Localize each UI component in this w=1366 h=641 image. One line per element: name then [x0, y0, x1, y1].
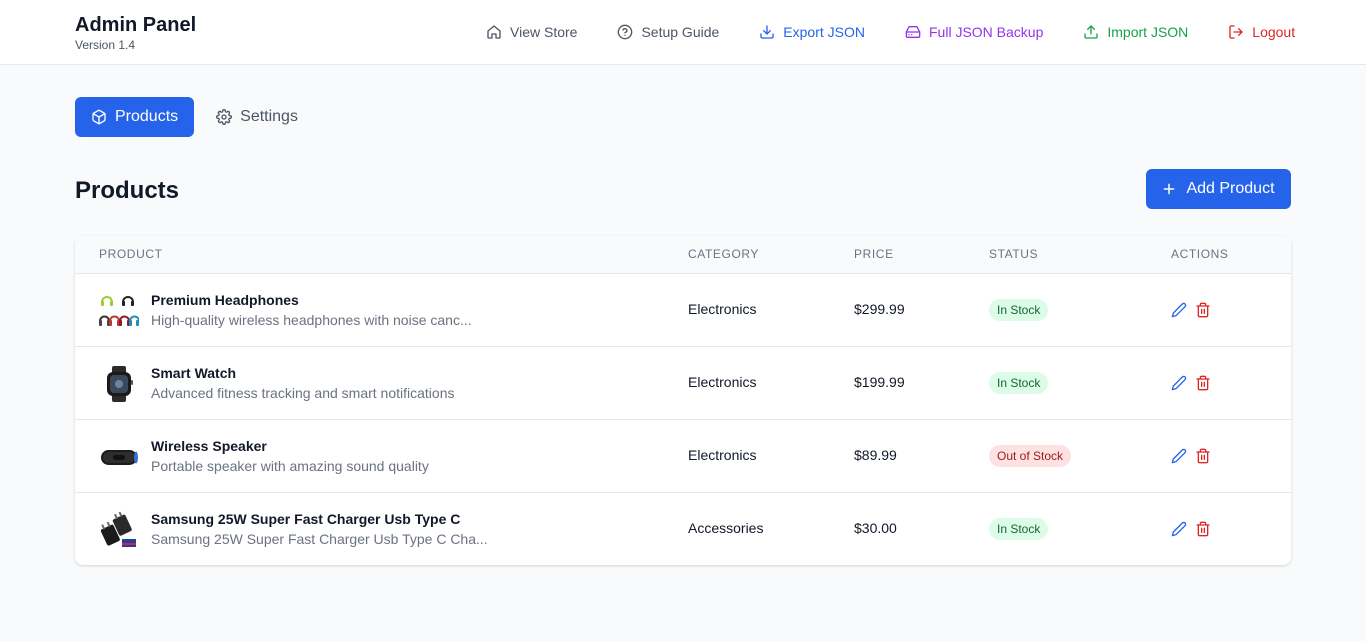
- product-name: Premium Headphones: [151, 292, 299, 308]
- pencil-icon: [1171, 521, 1187, 537]
- tab-settings[interactable]: Settings: [200, 97, 314, 137]
- edit-button[interactable]: [1171, 375, 1187, 391]
- table-row: Samsung 25W Super Fast Charger Usb Type …: [75, 492, 1291, 565]
- page-title: Products: [75, 177, 180, 204]
- brand: Admin Panel Version 1.4: [75, 13, 196, 52]
- logout-label: Logout: [1252, 24, 1296, 40]
- edit-button[interactable]: [1171, 302, 1187, 318]
- import-json-link[interactable]: Import JSON: [1083, 22, 1188, 42]
- upload-icon: [1084, 25, 1099, 39]
- delete-button[interactable]: [1195, 302, 1211, 318]
- edit-button[interactable]: [1171, 521, 1187, 537]
- logout-icon: [1229, 25, 1243, 39]
- status-badge: In Stock: [989, 518, 1049, 540]
- header-category: CATEGORY: [688, 247, 760, 261]
- product-category: Electronics: [688, 374, 757, 390]
- tab-settings-label: Settings: [240, 108, 298, 125]
- full-json-backup-link[interactable]: Full JSON Backup: [905, 22, 1043, 42]
- delete-button[interactable]: [1195, 448, 1211, 464]
- product-description: Advanced fitness tracking and smart noti…: [151, 385, 455, 401]
- brand-version: Version 1.4: [75, 38, 136, 52]
- table-row: Premium Headphones High-quality wireless…: [75, 273, 1291, 346]
- edit-button[interactable]: [1171, 448, 1187, 464]
- pencil-icon: [1171, 448, 1187, 464]
- headphones-thumbnail: [99, 296, 139, 326]
- product-price: $299.99: [854, 301, 905, 317]
- products-table: PRODUCT CATEGORY PRICE STATUS ACTIONS Pr…: [75, 236, 1291, 565]
- brand-title: Admin Panel: [75, 14, 197, 36]
- header-actions: ACTIONS: [1171, 247, 1229, 261]
- table-header: PRODUCT CATEGORY PRICE STATUS ACTIONS: [75, 236, 1291, 273]
- product-category: Electronics: [688, 447, 757, 463]
- header-price: PRICE: [854, 247, 894, 261]
- header-product: PRODUCT: [99, 247, 163, 261]
- add-product-button[interactable]: Add Product: [1146, 169, 1291, 209]
- status-badge: In Stock: [989, 372, 1049, 394]
- import-json-label: Import JSON: [1107, 24, 1189, 40]
- product-price: $89.99: [854, 447, 897, 463]
- tab-products[interactable]: Products: [75, 97, 195, 137]
- smartwatch-thumbnail: [107, 366, 133, 402]
- package-icon: [92, 109, 106, 125]
- status-badge: Out of Stock: [989, 445, 1072, 467]
- plus-icon: [1164, 183, 1175, 195]
- setup-guide-link[interactable]: Setup Guide: [617, 22, 719, 42]
- view-store-label: View Store: [510, 24, 578, 40]
- product-description: Portable speaker with amazing sound qual…: [151, 458, 429, 474]
- product-description: High-quality wireless headphones with no…: [151, 312, 472, 328]
- main-tabs: Products Settings: [75, 97, 314, 137]
- product-category: Accessories: [688, 520, 764, 536]
- trash-icon: [1196, 302, 1210, 318]
- top-nav: View Store Setup Guide Export JSON Full …: [486, 22, 1295, 42]
- delete-button[interactable]: [1195, 375, 1211, 391]
- product-price: $199.99: [854, 374, 905, 390]
- hard-drive-icon: [905, 26, 921, 38]
- pencil-icon: [1171, 302, 1187, 318]
- trash-icon: [1196, 521, 1210, 537]
- full-json-backup-label: Full JSON Backup: [929, 24, 1044, 40]
- home-icon: [487, 25, 501, 39]
- charger-thumbnail: [100, 511, 136, 547]
- download-icon: [760, 25, 774, 39]
- status-badge: In Stock: [989, 299, 1049, 321]
- top-header: Admin Panel Version 1.4 View Store Setup…: [0, 0, 1366, 65]
- add-product-label: Add Product: [1186, 180, 1275, 197]
- product-category: Electronics: [688, 301, 757, 317]
- tab-products-label: Products: [115, 108, 179, 125]
- delete-button[interactable]: [1195, 521, 1211, 537]
- gear-icon: [216, 109, 233, 125]
- speaker-thumbnail: [101, 450, 138, 465]
- logout-link[interactable]: Logout: [1228, 22, 1295, 42]
- export-json-link[interactable]: Export JSON: [759, 22, 865, 42]
- product-description: Samsung 25W Super Fast Charger Usb Type …: [151, 531, 488, 547]
- product-price: $30.00: [854, 520, 897, 536]
- product-name: Samsung 25W Super Fast Charger Usb Type …: [151, 511, 461, 527]
- table-row: Smart Watch Advanced fitness tracking an…: [75, 346, 1291, 419]
- pencil-icon: [1171, 375, 1187, 391]
- trash-icon: [1196, 448, 1210, 464]
- help-circle-icon: [618, 24, 633, 40]
- header-status: STATUS: [989, 247, 1039, 261]
- trash-icon: [1196, 375, 1210, 391]
- product-name: Wireless Speaker: [151, 438, 267, 454]
- setup-guide-label: Setup Guide: [641, 24, 720, 40]
- table-row: Wireless Speaker Portable speaker with a…: [75, 419, 1291, 492]
- view-store-link[interactable]: View Store: [486, 22, 577, 42]
- product-name: Smart Watch: [151, 365, 237, 381]
- export-json-label: Export JSON: [783, 24, 865, 40]
